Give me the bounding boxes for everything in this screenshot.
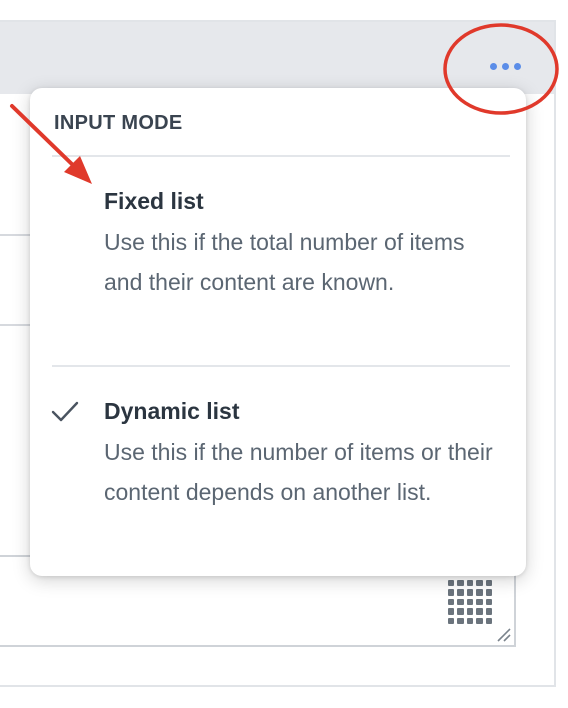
menu-item-description: Use this if the number of items or their… bbox=[104, 439, 493, 505]
menu-item-title: Dynamic list bbox=[104, 398, 240, 424]
menu-item-description: Use this if the total number of items an… bbox=[104, 229, 465, 295]
menu-item-dynamic-list[interactable]: Dynamic list Use this if the number of i… bbox=[30, 398, 526, 558]
checkmark-icon bbox=[51, 401, 79, 422]
more-horizontal-icon bbox=[489, 62, 497, 70]
more-dot bbox=[513, 62, 521, 70]
more-options-button[interactable] bbox=[482, 52, 528, 80]
more-dot bbox=[501, 62, 509, 70]
field-divider bbox=[0, 324, 30, 326]
menu-divider bbox=[52, 155, 510, 157]
menu-heading: INPUT MODE bbox=[54, 112, 183, 134]
menu-item-fixed-list[interactable]: Fixed list Use this if the total number … bbox=[30, 188, 526, 358]
panel-header bbox=[0, 22, 554, 94]
grid-dots-icon[interactable] bbox=[448, 580, 492, 624]
resize-handle-icon[interactable] bbox=[494, 625, 512, 643]
field-divider bbox=[0, 234, 30, 236]
menu-item-title: Fixed list bbox=[104, 188, 204, 214]
input-mode-menu: INPUT MODE Fixed list Use this if the to… bbox=[30, 88, 526, 576]
menu-divider bbox=[52, 365, 510, 367]
